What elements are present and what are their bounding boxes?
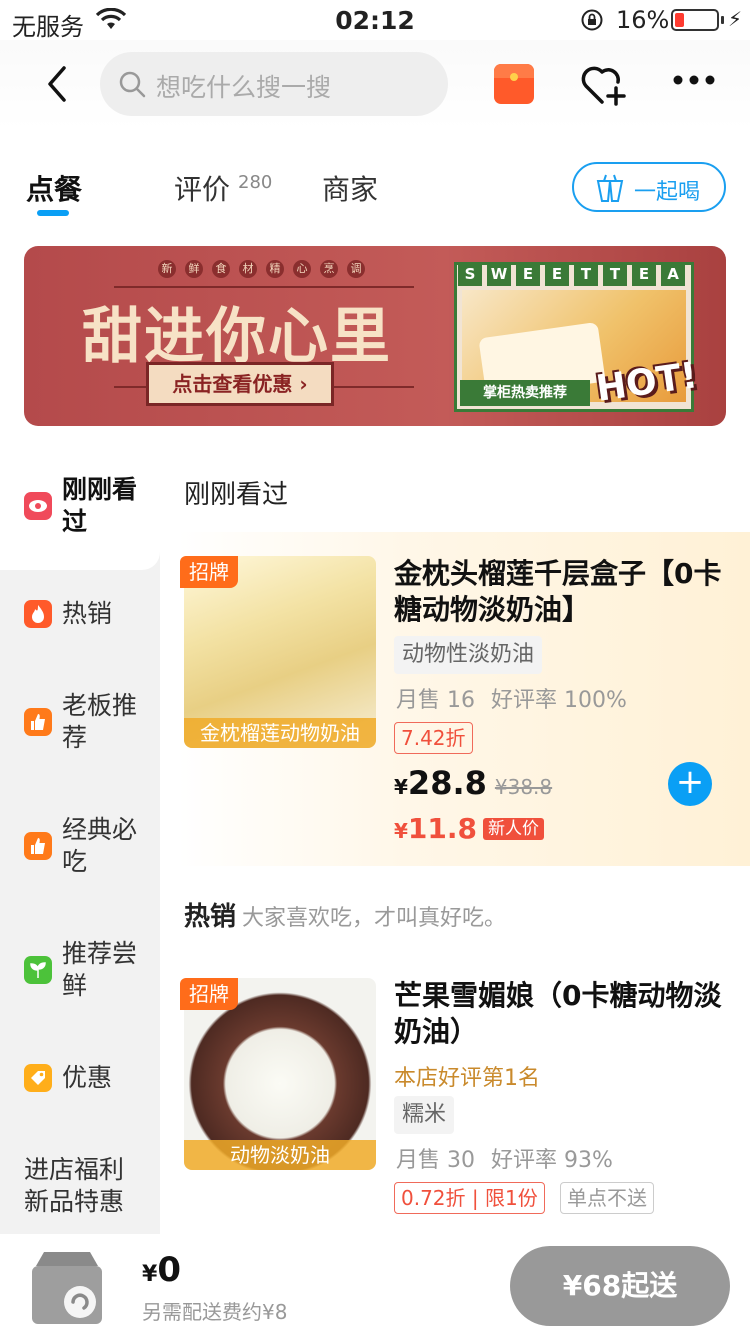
sidebar-item-welfare[interactable]: 进店福利新品特惠 xyxy=(0,1154,160,1224)
sidebar-item-hot[interactable]: 热销 xyxy=(0,598,160,638)
signature-badge: 招牌 xyxy=(180,978,238,1010)
favorite-add-icon[interactable] xyxy=(580,62,628,106)
sidebar-item-discount[interactable]: 优惠 xyxy=(0,1062,160,1102)
sprout-icon xyxy=(24,956,52,984)
product-tag: 糯米 xyxy=(394,1096,455,1134)
flame-icon xyxy=(24,600,52,628)
status-bar: 无服务 02:12 16% ⚡ xyxy=(0,0,750,41)
product-meta: 月售 16 好评率 100% xyxy=(396,682,643,714)
rating: 好评率 100% xyxy=(491,688,627,713)
search-icon xyxy=(119,71,146,98)
top-nav: 想吃什么搜一搜 xyxy=(0,40,750,130)
search-placeholder: 想吃什么搜一搜 xyxy=(156,73,332,102)
min-order-button[interactable]: ¥68起送 xyxy=(510,1246,730,1326)
sidebar-item-label: 进店福利新品特惠 xyxy=(24,1155,125,1216)
sidebar-item-label: 老板推荐 xyxy=(62,691,138,752)
sidebar-item-classic[interactable]: 经典必吃 xyxy=(0,814,160,894)
battery-percent: 16% xyxy=(616,6,670,34)
tab-bar: 点餐 评价 280 商家 一起喝 xyxy=(0,150,750,230)
discount-badge: 0.72折 | 限1份 xyxy=(394,1182,545,1214)
tab-merchant[interactable]: 商家 xyxy=(322,168,378,208)
product-name: 金枕头榴莲千层盒子【0卡糖动物淡奶油】 xyxy=(394,557,722,626)
banner-top-text: 新 鲜 食 材 精 心 烹 调 xyxy=(158,260,368,280)
sidebar-item-try-new[interactable]: 推荐尝鲜 xyxy=(0,938,160,1018)
back-icon[interactable] xyxy=(36,62,80,106)
product-price: ¥28.8 ¥38.8 xyxy=(394,764,553,802)
sidebar-item-label: 热销 xyxy=(62,599,113,628)
discount-badge: 7.42折 xyxy=(394,722,473,754)
section-title-recent: 刚刚看过 xyxy=(184,480,289,510)
new-user-tag: 新人价 xyxy=(483,818,545,840)
sidebar-item-label: 优惠 xyxy=(62,1063,113,1092)
sidebar-item-label: 刚刚看过 xyxy=(62,475,138,536)
monthly-sales: 月售 30 xyxy=(396,1148,475,1173)
menu-content: 刚刚看过 金枕榴莲动物奶油 招牌 金枕头榴莲千层盒子【0卡糖动物淡奶油】 动物性… xyxy=(160,460,750,1240)
group-order-label: 一起喝 xyxy=(634,180,701,205)
charging-icon: ⚡ xyxy=(728,7,743,31)
product-tag: 动物性淡奶油 xyxy=(394,636,543,674)
product-image-caption: 金枕榴莲动物奶油 xyxy=(184,718,376,748)
sidebar-item-label: 推荐尝鲜 xyxy=(62,939,138,1000)
cart-total: ¥0 xyxy=(142,1250,181,1290)
sidebar-item-label: 经典必吃 xyxy=(62,815,138,876)
search-input[interactable]: 想吃什么搜一搜 xyxy=(100,52,448,116)
no-single-delivery-badge: 单点不送 xyxy=(560,1182,654,1214)
more-icon[interactable] xyxy=(672,74,716,86)
tab-indicator xyxy=(37,210,69,216)
rating: 好评率 93% xyxy=(491,1148,613,1173)
battery-icon xyxy=(671,9,719,31)
add-to-cart-button[interactable]: + xyxy=(668,762,712,806)
sidebar-item-boss-recommend[interactable]: 老板推荐 xyxy=(0,690,160,770)
eye-icon xyxy=(24,492,52,520)
thumbs-up-icon xyxy=(24,832,52,860)
thumbs-up-icon xyxy=(24,708,52,736)
product-name: 芒果雪媚娘（0卡糖动物淡奶油） xyxy=(394,979,722,1048)
new-user-price: ¥11.8 新人价 xyxy=(394,812,545,845)
section-subtitle: 大家喜欢吃，才叫真好吃。 xyxy=(242,906,507,931)
monthly-sales: 月售 16 xyxy=(396,688,475,713)
sidebar-item-recent[interactable]: 刚刚看过 xyxy=(0,474,160,554)
category-sidebar: 刚刚看过 热销 老板推荐 经典必吃 推荐尝鲜 优惠 进店福利新品特惠 xyxy=(0,460,160,1240)
tag-icon xyxy=(24,1064,52,1092)
product-meta: 月售 30 好评率 93% xyxy=(396,1142,629,1174)
review-count: 280 xyxy=(238,172,273,193)
original-price: ¥38.8 xyxy=(494,775,553,799)
cart-icon[interactable] xyxy=(24,1244,110,1328)
delivery-fee: 另需配送费约¥8 xyxy=(142,1300,288,1324)
banner-cta[interactable]: 点击查看优惠 › xyxy=(146,362,334,406)
group-order-button[interactable]: 一起喝 xyxy=(572,162,726,212)
rotation-lock-icon xyxy=(581,9,603,31)
tab-reviews[interactable]: 评价 xyxy=(174,168,230,208)
cart-bar: ¥0 另需配送费约¥8 ¥68起送 xyxy=(0,1234,750,1334)
drinks-icon xyxy=(596,174,624,202)
banner-plaque: 掌柜热卖推荐 xyxy=(460,380,590,406)
red-packet-icon[interactable] xyxy=(494,64,534,104)
promo-banner[interactable]: 新 鲜 食 材 精 心 烹 调 甜进你心里 点击查看优惠 › S W E E T… xyxy=(24,246,726,426)
product-image-caption: 动物淡奶油 xyxy=(184,1140,376,1170)
signature-badge: 招牌 xyxy=(180,556,238,588)
tab-order[interactable]: 点餐 xyxy=(26,168,82,208)
section-title-hot: 热销 大家喜欢吃，才叫真好吃。 xyxy=(184,902,507,932)
store-rank: 本店好评第1名 xyxy=(394,1066,540,1091)
store-page: 无服务 02:12 16% ⚡ 想吃什么搜一搜 点餐 评价 280 商家 一起喝… xyxy=(0,0,750,1334)
